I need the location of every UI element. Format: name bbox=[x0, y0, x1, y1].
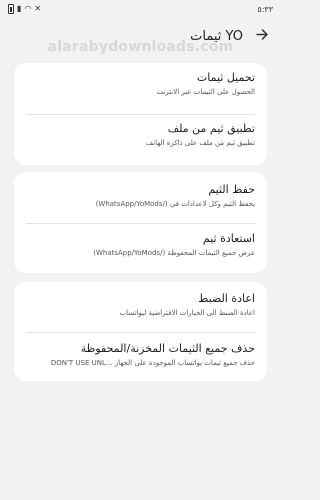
reset-title: اعادة الضبط bbox=[198, 292, 255, 305]
apply-theme-from-file-item[interactable]: تطبيق ثيم من ملف تطبيق ثيم من ملف على ذا… bbox=[14, 122, 267, 172]
delete-themes-subtitle: حذف جميع ثيمات يواتساب الموجودة على الجه… bbox=[50, 359, 255, 367]
reset-subtitle: اعادة الضبط الى الخيارات الافتراضية ليوا… bbox=[119, 309, 255, 317]
signal-icon: ▮ bbox=[17, 4, 22, 13]
apply-theme-subtitle: تطبيق ثيم من ملف على ذاكرة الهاتف bbox=[145, 139, 255, 147]
reset-delete-card: اعادة الضبط اعادة الضبط الى الخيارات الا… bbox=[14, 282, 267, 381]
status-bar: ▮ ◠ ✕ ٥:٣٣ bbox=[0, 0, 281, 18]
wifi-icon: ◠ bbox=[24, 4, 32, 13]
save-theme-subtitle: يحفظ الثيم وكل لاعدادات في (/WhatsApp/Yo… bbox=[95, 200, 255, 208]
save-theme-item[interactable]: حفظ الثيم يحفظ الثيم وكل لاعدادات في (/W… bbox=[14, 183, 267, 233]
reset-settings-item[interactable]: اعادة الضبط اعادة الضبط الى الخيارات الا… bbox=[14, 292, 267, 342]
delete-themes-title: حذف جميع الثيمات المخزنة/المحفوظة bbox=[80, 342, 255, 355]
themes-download-card: تحميل ثيمات الحصول على الثيمات عبر الانت… bbox=[14, 63, 267, 165]
back-arrow-glyph bbox=[256, 28, 268, 40]
mute-icon: ✕ bbox=[34, 4, 42, 13]
restore-theme-title: استعادة ثيم bbox=[202, 232, 255, 245]
save-restore-card: حفظ الثيم يحفظ الثيم وكل لاعدادات في (/W… bbox=[14, 172, 267, 273]
restore-theme-subtitle: عرض جميع الثيمات المحفوظة (/WhatsApp/YoM… bbox=[93, 249, 255, 257]
delete-all-themes-item[interactable]: حذف جميع الثيمات المخزنة/المحفوظة حذف جم… bbox=[14, 342, 267, 392]
divider bbox=[26, 114, 255, 115]
battery-icon bbox=[8, 4, 14, 14]
page-title: ثيمات YO bbox=[190, 28, 243, 44]
restore-theme-item[interactable]: استعادة ثيم عرض جميع الثيمات المحفوظة (/… bbox=[14, 232, 267, 282]
status-time: ٥:٣٣ bbox=[257, 4, 273, 14]
back-arrow-icon[interactable] bbox=[255, 28, 269, 44]
status-icons: ▮ ◠ ✕ bbox=[8, 4, 41, 14]
divider bbox=[26, 223, 255, 224]
app-header: ثيمات YO bbox=[0, 24, 281, 48]
download-themes-subtitle: الحصول على الثيمات عبر الانترنت bbox=[156, 88, 255, 96]
apply-theme-title: تطبيق ثيم من ملف bbox=[167, 122, 255, 135]
divider bbox=[26, 332, 255, 333]
download-themes-title: تحميل ثيمات bbox=[196, 71, 255, 84]
save-theme-title: حفظ الثيم bbox=[208, 183, 255, 196]
